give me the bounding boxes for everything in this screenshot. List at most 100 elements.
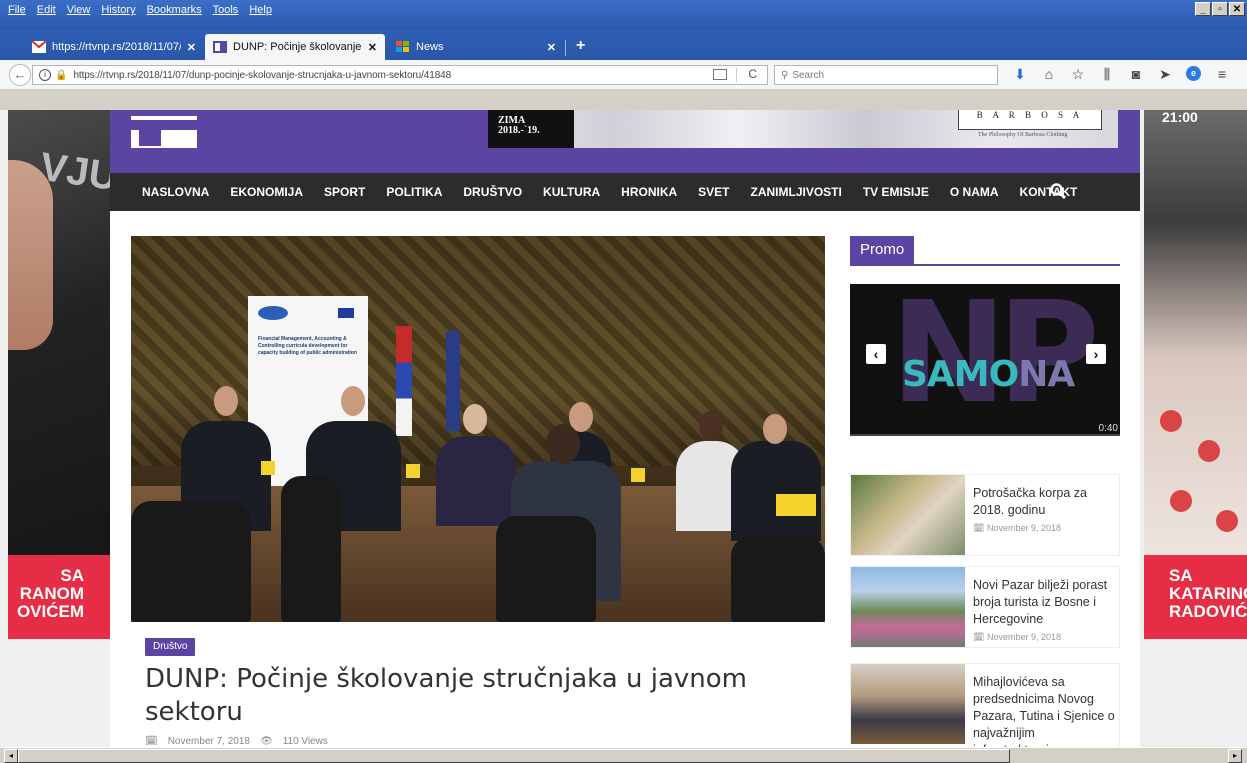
scroll-right-button[interactable]: ▸ xyxy=(1228,749,1242,763)
lock-icon[interactable]: 🔒 xyxy=(55,70,67,81)
horizontal-scrollbar[interactable]: ◂ ▸ xyxy=(0,747,1247,763)
person-head xyxy=(463,404,487,434)
search-icon: ⚲ xyxy=(781,69,789,81)
nav-item-svet[interactable]: SVET xyxy=(698,185,729,199)
reload-icon[interactable]: C xyxy=(748,67,757,81)
sidebar-post[interactable]: Mihajlovićeva sa predsednicima Novog Paz… xyxy=(850,663,1120,747)
person-head xyxy=(699,411,723,441)
new-tab-button[interactable]: + xyxy=(576,37,585,55)
article-hero-image[interactable]: Financial Management, Accounting & Contr… xyxy=(131,236,825,622)
menu-bookmarks[interactable]: Bookmarks xyxy=(147,4,202,16)
nav-item-tv-emisije[interactable]: TV EMISIJE xyxy=(863,185,929,199)
chevron-right-icon[interactable]: › xyxy=(1086,344,1106,364)
page-viewport: VJU SA RANOM OVIĆEM 21:00 SA KATARINO RA… xyxy=(0,110,1247,747)
tab-news[interactable]: News ✕ xyxy=(388,34,564,60)
menu-file[interactable]: File xyxy=(8,4,26,16)
tab-rtvnp[interactable]: https://rtvnp.rs/2018/11/07/... ✕ xyxy=(24,34,204,60)
menu-help[interactable]: Help xyxy=(249,4,272,16)
menu-view[interactable]: View xyxy=(67,4,91,16)
nav-item-naslovna[interactable]: NASLOVNA xyxy=(142,185,209,199)
flower-pattern xyxy=(1160,410,1182,432)
search-bar[interactable]: ⚲ Search xyxy=(774,65,998,85)
header-ad-banner[interactable]: ZIMA 2018.-`19. B A R B O S A The Philos… xyxy=(488,110,1118,148)
send-icon[interactable]: ➤ xyxy=(1157,66,1173,83)
back-button[interactable]: ← xyxy=(9,64,31,86)
reader-view-icon[interactable] xyxy=(713,69,727,80)
flower-pattern xyxy=(1216,510,1238,532)
sidebar-post[interactable]: Potrošačka korpa za 2018. godinu 🗓 Novem… xyxy=(850,474,1120,556)
menu-bar: File Edit View History Bookmarks Tools H… xyxy=(0,0,1247,30)
post-thumbnail[interactable] xyxy=(851,664,965,744)
ad-season-block: ZIMA 2018.-`19. xyxy=(488,110,574,148)
library-icon[interactable]: ⫼ xyxy=(1099,66,1115,83)
tab-strip: https://rtvnp.rs/2018/11/07/... ✕ DUNP: … xyxy=(0,30,1247,60)
nav-item-o-nama[interactable]: O NAMA xyxy=(950,185,999,199)
bookmark-star-icon[interactable]: ☆ xyxy=(1070,66,1086,83)
pocket-icon[interactable]: ◙ xyxy=(1128,66,1144,83)
nav-item-kultura[interactable]: KULTURA xyxy=(543,185,600,199)
widget-title: Promo xyxy=(850,236,915,264)
blue-flag xyxy=(446,331,460,431)
post-thumbnail[interactable] xyxy=(851,567,965,647)
nav-item-drustvo[interactable]: DRUŠTVO xyxy=(463,185,522,199)
menu-tools[interactable]: Tools xyxy=(213,4,239,16)
chair xyxy=(496,516,596,622)
chair xyxy=(281,476,341,622)
restore-button[interactable]: ▫ xyxy=(1212,2,1228,16)
left-skin-ad[interactable]: VJU SA RANOM OVIĆEM xyxy=(0,110,110,747)
tab-title: DUNP: Počinje školovanje str... xyxy=(233,41,362,53)
close-tab-icon[interactable]: ✕ xyxy=(187,41,196,54)
tab-dunp[interactable]: DUNP: Počinje školovanje str... ✕ xyxy=(205,34,385,60)
minimize-button[interactable]: _ xyxy=(1195,2,1211,16)
tab-title: https://rtvnp.rs/2018/11/07/... xyxy=(52,41,181,53)
right-skin-ad[interactable]: 21:00 SA KATARINO RADOVIĆ xyxy=(1140,110,1247,747)
post-title[interactable]: Novi Pazar bilježi porast broja turista … xyxy=(973,577,1115,628)
home-icon[interactable]: ⌂ xyxy=(1041,66,1057,83)
presenter-photo xyxy=(1144,110,1247,560)
close-tab-icon[interactable]: ✕ xyxy=(547,41,556,54)
video-progress-bar[interactable] xyxy=(850,434,1120,436)
download-icon[interactable]: ⬇ xyxy=(1012,66,1028,83)
promo-video[interactable]: NP SAMONA ‹ › 0:40 xyxy=(850,284,1120,436)
sidebar-post[interactable]: Novi Pazar bilježi porast broja turista … xyxy=(850,566,1120,648)
site-icon xyxy=(213,41,227,53)
post-thumbnail[interactable] xyxy=(851,475,965,555)
post-title[interactable]: Mihajlovićeva sa predsednicima Novog Paz… xyxy=(973,674,1115,747)
nav-item-zanimljivosti[interactable]: ZANIMLJIVOSTI xyxy=(751,185,842,199)
bookmark-bar xyxy=(0,91,1247,110)
windows-news-icon xyxy=(396,41,409,52)
gmail-icon xyxy=(32,41,46,53)
skin-clock: 21:00 xyxy=(1162,110,1198,125)
calendar-icon: 🗓 xyxy=(145,736,158,747)
url-bar[interactable]: i 🔒 https://rtvnp.rs/2018/11/07/dunp-poc… xyxy=(32,65,768,85)
category-badge[interactable]: Društvo xyxy=(145,638,196,656)
menu-history[interactable]: History xyxy=(101,4,135,16)
extension-icon[interactable]: e xyxy=(1186,66,1201,81)
eye-icon: 👁 xyxy=(259,736,273,747)
ad-tagline: The Philosophy Of Barbosa Clothing xyxy=(978,132,1068,138)
post-title[interactable]: Potrošačka korpa za 2018. godinu xyxy=(973,485,1115,519)
menu-edit[interactable]: Edit xyxy=(37,4,56,16)
search-placeholder: Search xyxy=(792,69,825,81)
person-head xyxy=(214,386,238,416)
site-logo[interactable] xyxy=(131,110,197,148)
nav-item-politika[interactable]: POLITIKA xyxy=(386,185,442,199)
info-icon[interactable]: i xyxy=(39,69,51,81)
hamburger-menu-icon[interactable]: ≡ xyxy=(1214,66,1230,83)
name-card xyxy=(406,464,420,478)
search-icon[interactable] xyxy=(1050,183,1066,199)
scroll-left-button[interactable]: ◂ xyxy=(4,749,18,763)
nav-item-ekonomija[interactable]: EKONOMIJA xyxy=(230,185,303,199)
nav-item-hronika[interactable]: HRONIKA xyxy=(621,185,677,199)
nav-item-kontakt[interactable]: KONTAKT xyxy=(1020,185,1078,199)
nav-item-sport[interactable]: SPORT xyxy=(324,185,365,199)
video-time: 0:40 xyxy=(1098,423,1118,434)
close-tab-icon[interactable]: ✕ xyxy=(368,41,377,54)
url-text[interactable]: https://rtvnp.rs/2018/11/07/dunp-pocinje… xyxy=(73,70,451,81)
project-logo xyxy=(258,306,288,320)
serbian-flag xyxy=(396,326,412,436)
chevron-left-icon[interactable]: ‹ xyxy=(866,344,886,364)
article-title: DUNP: Počinje školovanje stručnjaka u ja… xyxy=(145,664,747,727)
close-window-button[interactable]: ✕ xyxy=(1229,2,1245,16)
scroll-thumb[interactable] xyxy=(18,749,1010,763)
